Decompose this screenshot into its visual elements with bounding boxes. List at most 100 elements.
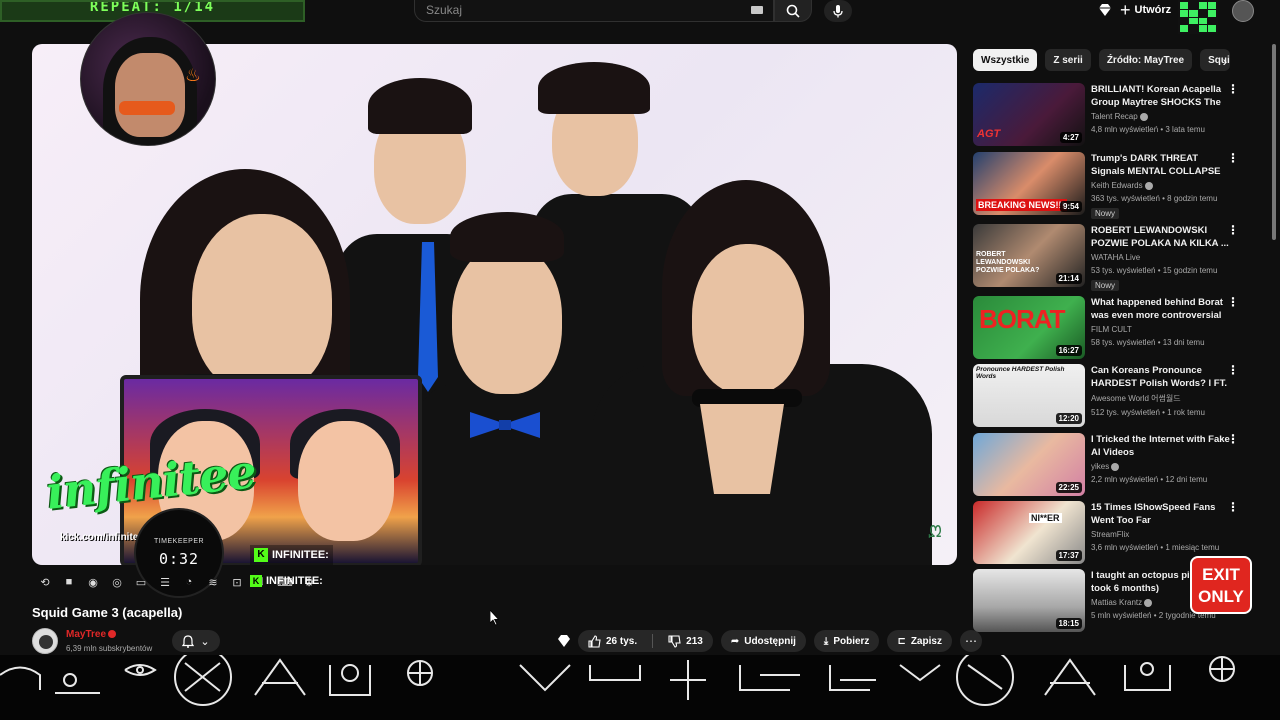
thumbnail-caption: NI**ER [1029,513,1062,523]
recommendation-item[interactable]: ROBERT LEWANDOWSKI POZWIE POLAKA? 21:14 … [973,224,1243,291]
channel-name[interactable]: MayTree [66,629,117,640]
mouse-cursor-icon [490,610,500,626]
more-vert-icon[interactable]: ⋮ [1227,296,1239,308]
share-button[interactable]: ➦ Udostępnij [720,630,806,652]
more-vert-icon[interactable]: ⋮ [1227,152,1239,164]
more-vert-icon[interactable]: ⋮ [1227,433,1239,445]
verified-icon [1144,181,1153,190]
video-thumbnail[interactable]: 18:15 [973,569,1085,632]
recommendation-info: Trump's DARK THREAT Signals MENTAL COLLA… [1091,152,1231,221]
voice-search-button[interactable] [824,0,852,22]
playlist-icon[interactable]: ☰ [156,573,174,591]
download-button[interactable]: ⤓ Pobierz [813,630,880,652]
speed-icon[interactable]: ◔ [180,573,198,591]
more-vert-icon[interactable]: ⋮ [1227,83,1239,95]
recommendation-item[interactable]: BREAKING NEWS!!! 9:54 Trump's DARK THREA… [973,152,1243,219]
notifications-button[interactable] [1097,2,1113,23]
mic-icon [833,5,843,18]
recommendation-title: I Tricked the Internet with Fake AI Vide… [1091,434,1230,458]
blue-bowtie [470,412,540,438]
bookmark-icon: ⊏ [897,635,906,647]
webcam-glasses [119,101,175,115]
thumbnail-caption: ROBERT LEWANDOWSKI POZWIE POLAKA? [976,251,1040,274]
screenshot-icon[interactable]: ⊡ [228,573,246,591]
filter-icon[interactable]: ≋ [204,573,222,591]
search-placeholder: Szukaj [426,3,463,17]
recommendation-item[interactable]: BORAT 16:27 What happened behind Borat w… [973,296,1243,360]
video-thumbnail[interactable]: BORAT 16:27 [973,296,1085,359]
video-thumbnail[interactable]: BREAKING NEWS!!! 9:54 [973,152,1085,215]
more-vert-icon[interactable]: ⋮ [1227,224,1239,236]
recommendation-channel: Awesome World 어썸월드 [1091,394,1181,403]
duration-badge: 21:14 [1055,273,1082,284]
exit-sign-line2: ONLY [1198,587,1244,606]
timekeeper-label: TIMEKEEPER [153,538,205,545]
view-icon[interactable]: ◎ [108,573,126,591]
stop-icon[interactable]: ■ [60,573,78,591]
video-thumbnail[interactable]: 22:25 [973,433,1085,496]
broadcast-icon[interactable]: ◉ [84,573,102,591]
channel-avatar[interactable] [32,628,58,654]
recommendation-meta: 4,8 mln wyświetleń • 3 lata temu [1091,125,1205,134]
gem-icon [1099,4,1111,16]
more-actions-button[interactable]: ⋯ [959,630,982,652]
channel-text: Keith Edwards [1091,181,1143,190]
recommendation-meta: 363 tys. wyświetleń • 8 godzin temu [1091,194,1218,203]
chevron-right-icon[interactable]: › [1215,50,1235,72]
recommendation-meta: 3,6 mln wyświetleń • 1 miesiąc temu [1091,543,1220,552]
create-button[interactable]: + Utwórz [1120,0,1171,20]
verified-icon [1111,462,1120,471]
recommendation-info: 15 Times IShowSpeed Fans Went Too Far St… [1091,501,1231,552]
search-button[interactable] [774,0,812,22]
thumbs-down-icon [668,634,681,648]
recommendation-channel: Keith Edwards [1091,181,1231,190]
verified-icon [1139,112,1148,121]
duration-badge: 4:27 [1059,132,1082,143]
recommendation-info: What happened behind Borat was even more… [1091,296,1231,347]
thumbs-up-icon [588,634,601,648]
video-thumbnail[interactable]: ROBERT LEWANDOWSKI POZWIE POLAKA? 21:14 [973,224,1085,287]
video-thumbnail[interactable]: Pronounce HARDEST Polish Words 12:20 [973,364,1085,427]
dislike-button[interactable]: 213 [658,630,713,652]
recommendation-item[interactable]: 22:25 I Tricked the Internet with Fake A… [973,433,1243,497]
chip-source-maytree[interactable]: Źródło: MayTree [1098,49,1193,71]
recommendation-item[interactable]: AGT 4:27 BRILLIANT! Korean Acapella Grou… [973,83,1243,147]
like-button[interactable]: 26 tys. [578,630,647,652]
more-vert-icon[interactable]: ⋮ [1227,501,1239,513]
chip-from-series[interactable]: Z serii [1045,49,1091,71]
recommendation-channel: yikes [1091,462,1231,471]
duration-badge: 16:27 [1055,345,1082,356]
screen-icon[interactable]: ▭ [132,573,150,591]
plus-icon: + [1120,0,1131,20]
thumbnail-caption: BREAKING NEWS!!! [976,199,1067,211]
keyboard-icon[interactable] [751,6,763,14]
recommendation-channel: StreamFlix [1091,530,1130,539]
sidebar-scrollbar[interactable] [1272,44,1276,240]
download-label: Pobierz [833,635,870,647]
account-avatar[interactable] [1232,0,1254,22]
recommendation-meta: 58 tys. wyświetleń • 13 dni temu [1091,338,1205,347]
subscription-bell-button[interactable]: ⌄ [172,630,220,652]
stream-logo-grid [1178,0,1218,34]
verified-icon [1144,598,1153,607]
top-bar: REPEAT: 1/14 Szukaj + Utwórz [0,0,1280,34]
new-badge: Nowy [1091,280,1120,291]
video-thumbnail[interactable]: NI**ER 17:37 [973,501,1085,564]
more-vert-icon[interactable]: ⋮ [1227,364,1239,376]
share-icon: ➦ [730,635,740,647]
create-label: Utwórz [1134,4,1172,16]
gem-icon[interactable] [556,633,572,649]
video-thumbnail[interactable]: AGT 4:27 [973,83,1085,146]
save-label: Zapisz [910,635,942,647]
timekeeper-time: 0:32 [158,550,200,568]
channel-text: Mattias Krantz [1091,598,1143,607]
sidebar-filter-chips: Wszystkie Z serii Źródło: MayTree Squid [973,49,1231,71]
search-input[interactable]: Szukaj [414,0,774,22]
channel-watermark: ᘻ [928,524,942,541]
loop-icon[interactable]: ⟲ [36,573,54,591]
save-button[interactable]: ⊏ Zapisz [887,630,952,652]
download-icon: ⤓ [823,635,829,647]
kick-icon: K [250,575,262,587]
chip-all[interactable]: Wszystkie [973,49,1038,71]
recommendation-item[interactable]: Pronounce HARDEST Polish Words 12:20 Can… [973,364,1243,428]
